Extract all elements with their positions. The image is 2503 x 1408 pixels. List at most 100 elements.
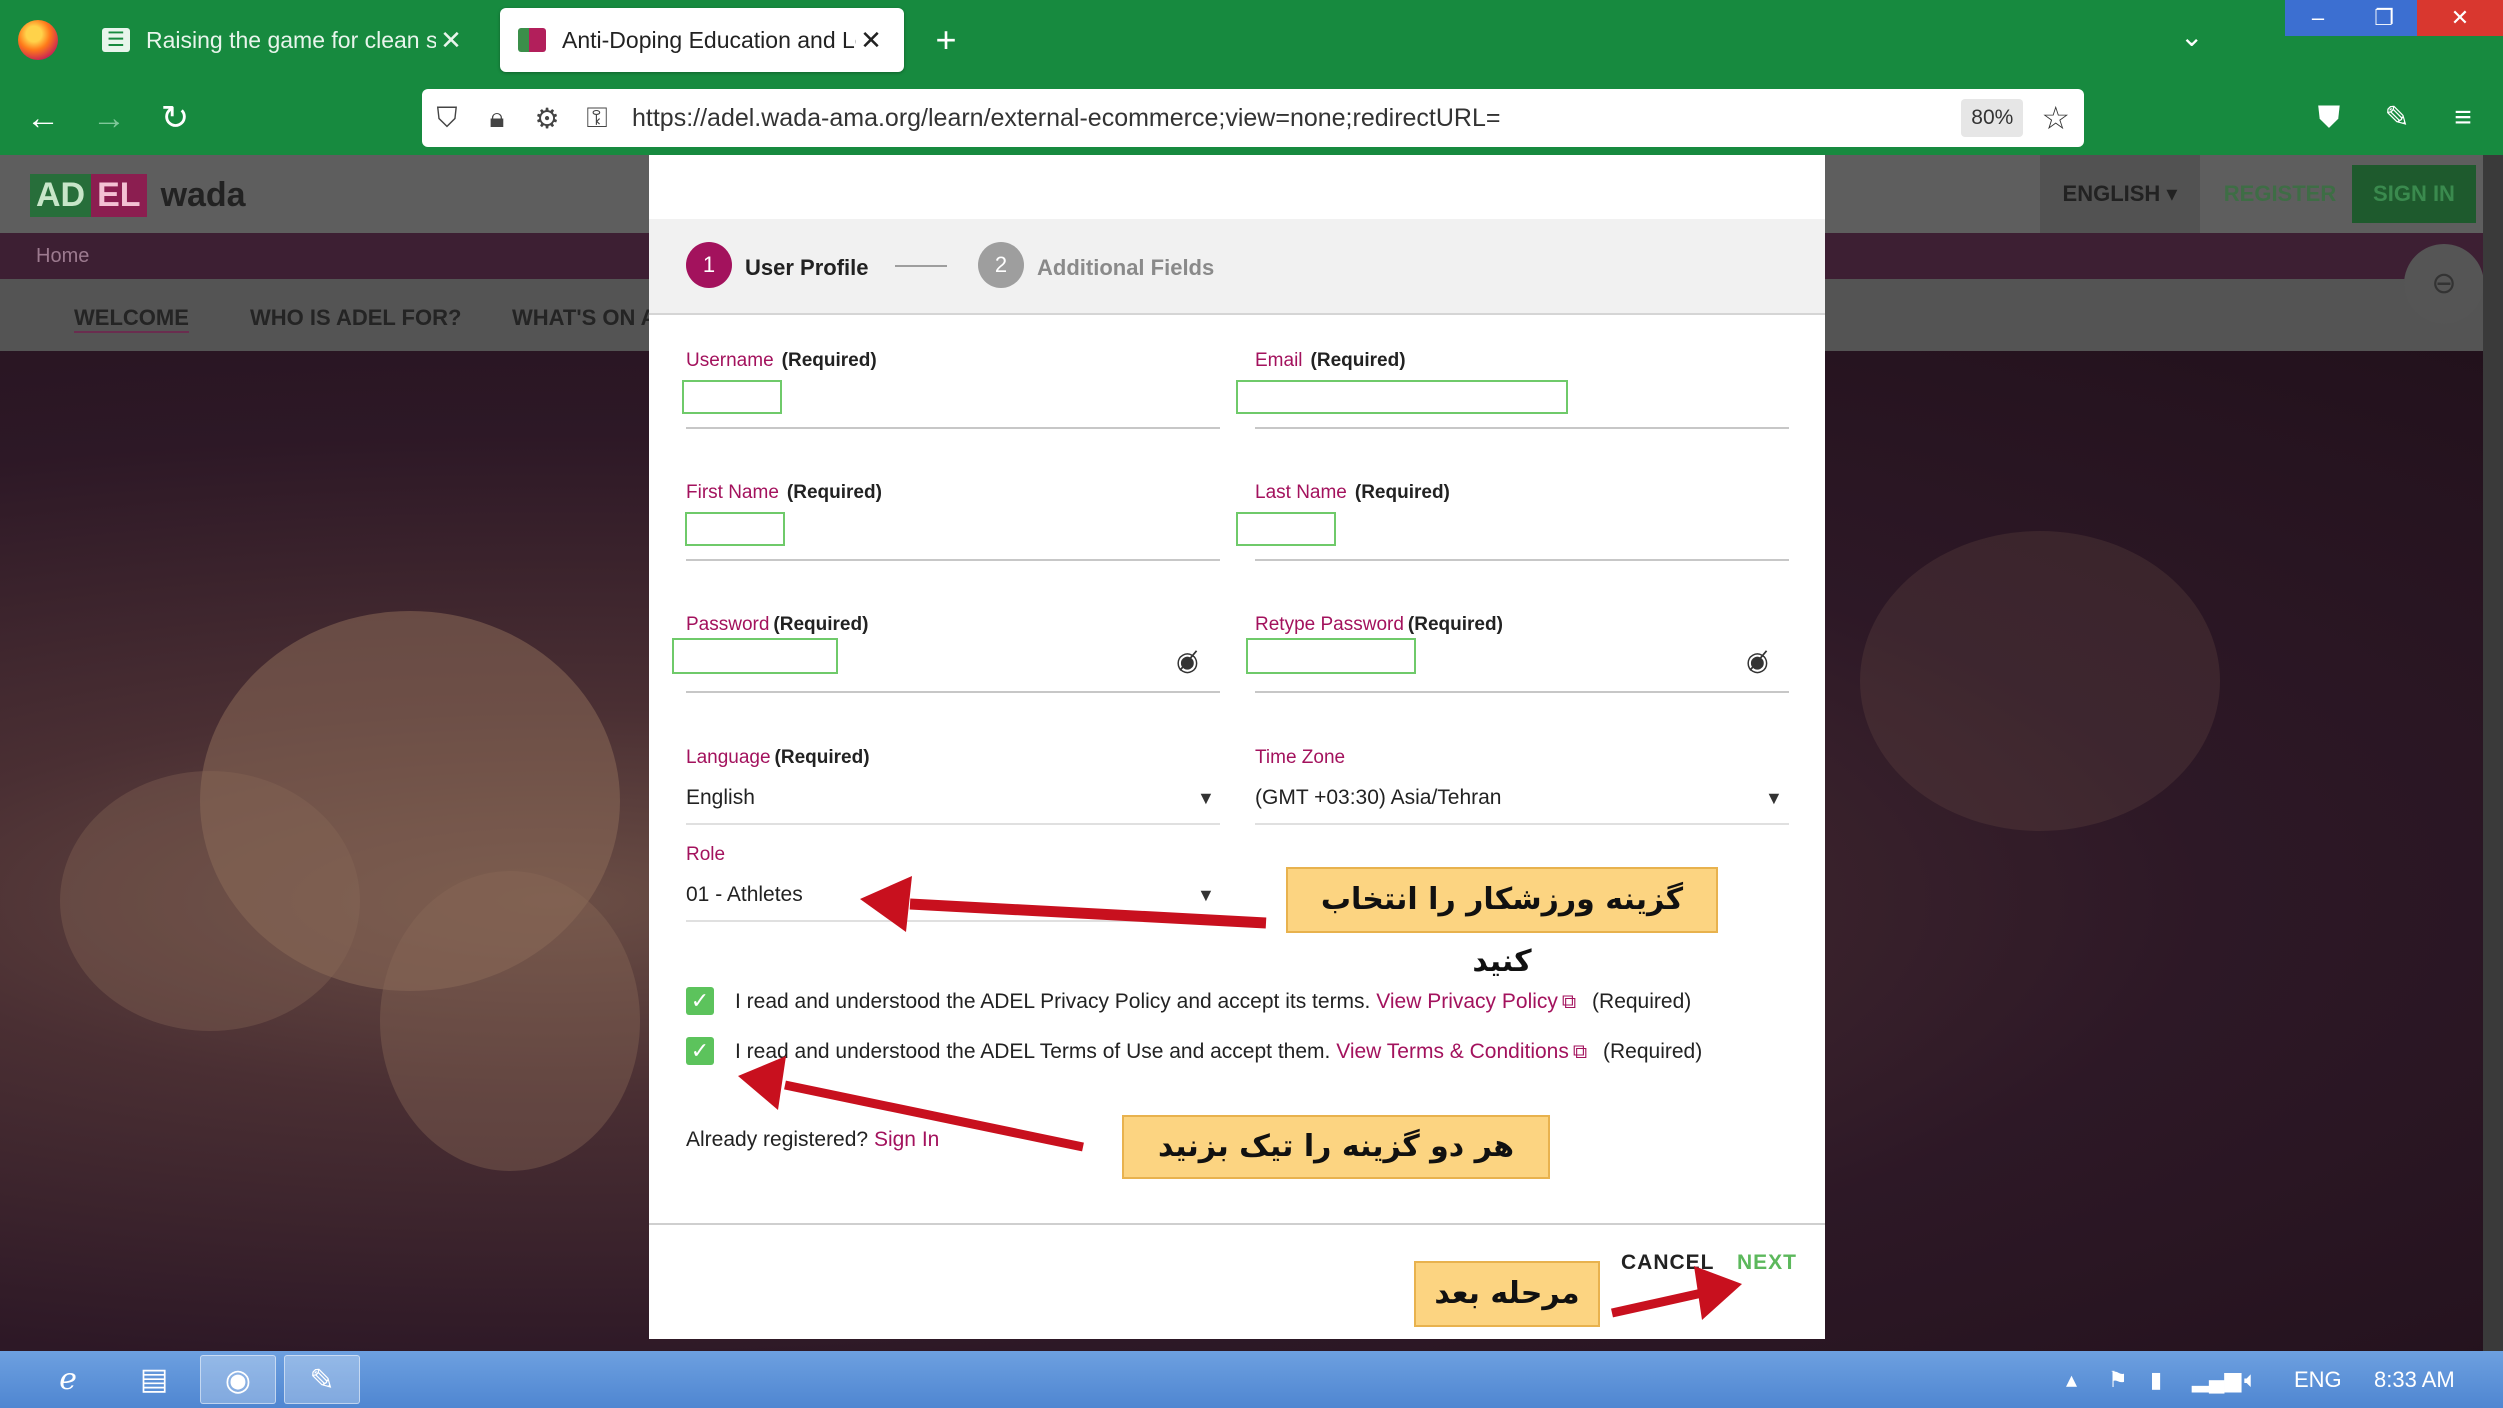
- key-icon[interactable]: ⚿: [572, 102, 622, 135]
- modal-footer-divider: [649, 1223, 1825, 1225]
- eye-slash-icon[interactable]: ◉̸: [1746, 646, 1769, 677]
- input-language[interactable]: ENG: [2294, 1367, 2342, 1393]
- paint-taskbar-icon[interactable]: ✎: [284, 1355, 360, 1404]
- last-name-underline: [1255, 559, 1789, 561]
- home-link[interactable]: Home: [36, 245, 89, 268]
- clock-time[interactable]: 8:33 AM: [2374, 1367, 2455, 1393]
- bookmark-star-icon[interactable]: ☆: [2041, 99, 2070, 137]
- register-button[interactable]: REGISTER: [2210, 155, 2350, 233]
- zoom-level-badge[interactable]: 80%: [1961, 99, 2024, 137]
- windows-taskbar: ℯ ▤ ◉ ✎ ▴ ⚑ ▮ ▂▄▆ 🔈︎ ENG 8:33 AM: [0, 1351, 2503, 1408]
- menu-hamburger-icon[interactable]: ≡: [2440, 95, 2486, 141]
- logo-el-text: EL: [91, 173, 147, 217]
- header-sign-in-button[interactable]: SIGN IN: [2352, 165, 2476, 223]
- password-underline: [686, 691, 1220, 693]
- retype-password-underline: [1255, 691, 1789, 693]
- window-controls: – ❐ ✕: [2285, 0, 2503, 36]
- next-button[interactable]: NEXT: [1737, 1251, 1797, 1275]
- step-1-number: 1: [686, 242, 732, 288]
- last-name-label: Last Name (Required): [1255, 482, 1450, 503]
- language-menu[interactable]: ENGLISH ▾: [2040, 155, 2200, 233]
- logo-wada-text: wada: [160, 175, 246, 214]
- volume-icon[interactable]: 🔈︎: [2244, 1367, 2257, 1393]
- lock-icon[interactable]: 🔒︎: [472, 102, 522, 135]
- url-bar[interactable]: ⛉ 🔒︎ ⚙︎ ⚿ https://adel.wada-ama.org/lear…: [422, 89, 2084, 147]
- retype-password-input[interactable]: [1246, 638, 1416, 674]
- tab-raising-the-game[interactable]: Raising the game for clean spor ✕: [84, 8, 484, 72]
- password-input[interactable]: [672, 638, 838, 674]
- view-terms-link[interactable]: View Terms & Conditions ⧉: [1336, 1040, 1587, 1063]
- external-link-icon: ⧉: [1572, 1041, 1588, 1063]
- time-zone-underline: [1255, 823, 1789, 825]
- extensions-icon[interactable]: ✎: [2374, 95, 2420, 141]
- chevron-down-icon[interactable]: ▼: [1197, 885, 1215, 906]
- step-2-number: 2: [978, 242, 1024, 288]
- step-2-label: Additional Fields: [1037, 255, 1215, 280]
- tab-close-icon[interactable]: ✕: [436, 25, 466, 56]
- step-1-label: User Profile: [745, 255, 869, 280]
- subnav-who-is-adel-for[interactable]: WHO IS ADEL FOR?: [250, 305, 461, 331]
- view-privacy-policy-link[interactable]: View Privacy Policy ⧉: [1376, 990, 1576, 1013]
- browser-tab-strip: Raising the game for clean spor ✕ Anti-D…: [0, 0, 2503, 81]
- password-label: Password (Required): [686, 614, 869, 635]
- language-label: Language (Required): [686, 747, 870, 768]
- terms-checkbox[interactable]: ✓: [686, 1037, 714, 1065]
- close-window-button[interactable]: ✕: [2417, 0, 2503, 36]
- email-label: Email (Required): [1255, 350, 1406, 371]
- stepper-connector: [895, 265, 947, 267]
- minimize-button[interactable]: –: [2285, 0, 2351, 36]
- next-instruction-note: مرحله بعد: [1414, 1261, 1600, 1327]
- pocket-icon[interactable]: ⛊: [2306, 95, 2352, 141]
- power-icon[interactable]: ▮: [2150, 1367, 2162, 1393]
- privacy-checkbox[interactable]: ✓: [686, 987, 714, 1015]
- file-explorer-icon[interactable]: ▤: [116, 1355, 192, 1404]
- time-zone-label: Time Zone: [1255, 747, 1346, 768]
- subnav-welcome[interactable]: WELCOME: [74, 305, 189, 333]
- modal-sign-in-link[interactable]: Sign In: [874, 1128, 939, 1151]
- username-underline: [686, 427, 1220, 429]
- time-zone-select-value[interactable]: (GMT +03:30) Asia/Tehran: [1255, 786, 1501, 810]
- internet-explorer-icon[interactable]: ℯ: [30, 1355, 106, 1404]
- email-input[interactable]: [1236, 380, 1568, 414]
- permissions-icon[interactable]: ⚙︎: [522, 102, 572, 135]
- adel-wada-logo[interactable]: AD EL wada: [30, 173, 246, 217]
- subnav-whats-on[interactable]: WHAT'S ON A: [512, 305, 657, 331]
- chevron-down-icon[interactable]: ▼: [1197, 788, 1215, 809]
- firefox-taskbar-icon[interactable]: ◉: [200, 1355, 276, 1404]
- action-center-flag-icon[interactable]: ⚑: [2108, 1367, 2128, 1393]
- retype-password-label: Retype Password (Required): [1255, 614, 1503, 635]
- first-name-label: First Name (Required): [686, 482, 882, 503]
- role-underline: [686, 920, 1220, 922]
- tab-close-icon[interactable]: ✕: [856, 25, 886, 56]
- role-select-value[interactable]: 01 - Athletes: [686, 883, 803, 907]
- eye-slash-icon[interactable]: ◉̸: [1176, 646, 1199, 677]
- browser-nav-bar: ← → ↻ ⛉ 🔒︎ ⚙︎ ⚿ https://adel.wada-ama.or…: [0, 81, 2503, 155]
- reload-icon[interactable]: ↻: [152, 95, 198, 141]
- show-hidden-icons-icon[interactable]: ▴: [2066, 1367, 2077, 1393]
- firefox-logo-icon[interactable]: [18, 20, 58, 60]
- list-all-tabs-icon[interactable]: ⌄: [2180, 20, 2203, 53]
- checkbox-instruction-note: هر دو گزینه را تیک بزنید: [1122, 1115, 1550, 1179]
- url-text[interactable]: https://adel.wada-ama.org/learn/external…: [632, 104, 1961, 133]
- forward-arrow-icon[interactable]: →: [86, 95, 132, 141]
- role-instruction-note: گزینه ورزشکار را انتخاب کنید: [1286, 867, 1718, 979]
- new-tab-button[interactable]: +: [924, 18, 968, 62]
- language-select-value[interactable]: English: [686, 786, 755, 810]
- tab-title: Raising the game for clean spor: [146, 26, 436, 53]
- username-input[interactable]: [682, 380, 782, 414]
- chevron-down-icon[interactable]: ▼: [1765, 788, 1783, 809]
- shield-icon[interactable]: ⛉: [422, 102, 472, 135]
- tab-favicon-icon: [518, 28, 546, 52]
- last-name-input[interactable]: [1236, 512, 1336, 546]
- share-link-icon[interactable]: ⊖: [2404, 244, 2484, 324]
- back-arrow-icon[interactable]: ←: [20, 95, 66, 141]
- network-signal-icon[interactable]: ▂▄▆: [2192, 1367, 2241, 1393]
- tab-anti-doping-education[interactable]: Anti-Doping Education and Lea ✕: [500, 8, 904, 72]
- page-scrollbar[interactable]: [2483, 155, 2503, 1351]
- tab-favicon-icon: [102, 28, 130, 52]
- restore-button[interactable]: ❐: [2351, 0, 2417, 36]
- role-label: Role: [686, 844, 726, 865]
- first-name-input[interactable]: [685, 512, 785, 546]
- email-underline: [1255, 427, 1789, 429]
- cancel-button[interactable]: CANCEL: [1621, 1251, 1715, 1275]
